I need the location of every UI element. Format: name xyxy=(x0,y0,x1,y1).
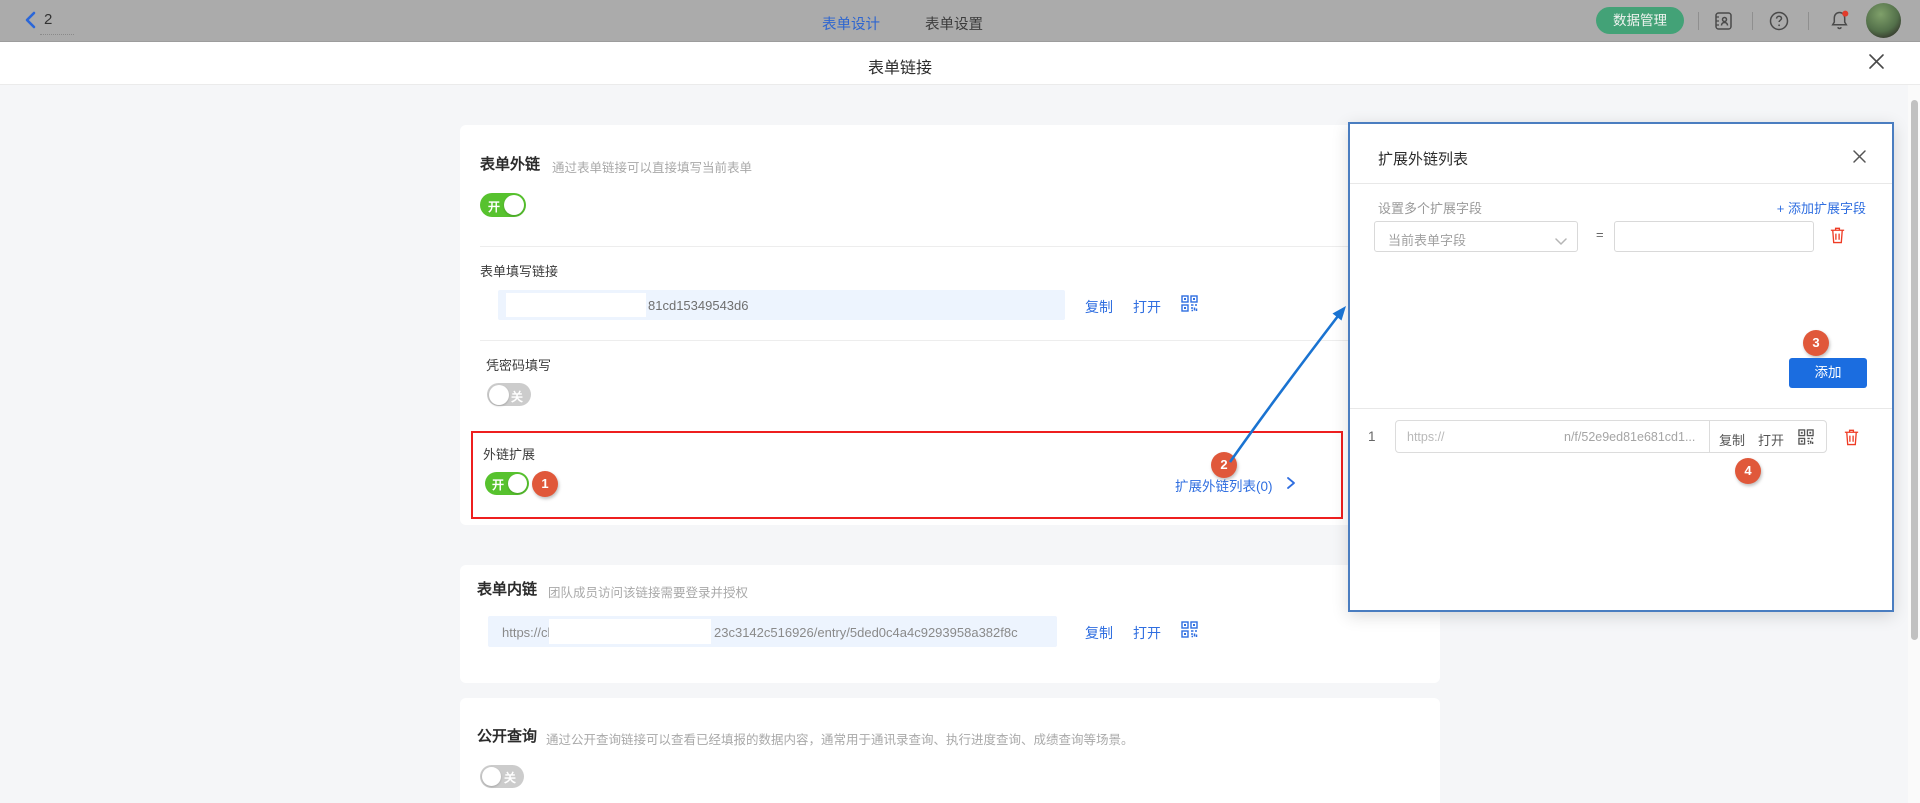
ext-link-label: 外链扩展 xyxy=(483,444,535,463)
divider xyxy=(480,246,1420,247)
password-fill-label: 凭密码填写 xyxy=(486,355,551,374)
external-link-toggle[interactable]: 开 xyxy=(480,193,526,217)
public-query-toggle[interactable]: 关 xyxy=(480,765,524,788)
open-button[interactable]: 打开 xyxy=(1133,297,1161,317)
ext-list-link[interactable]: 扩展外链列表(0) xyxy=(1175,475,1273,495)
trash-icon[interactable] xyxy=(1842,427,1861,452)
top-bar: 2 表单设计 表单设置 数据管理 xyxy=(0,0,1920,42)
card-external-link: 表单外链 通过表单链接可以直接填写当前表单 开 表单填写链接 81cd15349… xyxy=(460,125,1440,525)
row-action-group: 复制 打开 xyxy=(1709,420,1827,453)
setup-fields-label: 设置多个扩展字段 xyxy=(1378,198,1482,217)
open-button[interactable]: 打开 xyxy=(1133,623,1161,643)
annotation-badge-1: 1 xyxy=(532,471,558,497)
section-title-external: 表单外链 xyxy=(480,153,540,174)
form-name-underline xyxy=(40,34,74,35)
copy-button[interactable]: 复制 xyxy=(1085,623,1113,643)
row-link-prefix: https:// xyxy=(1407,430,1445,444)
row-copy-button[interactable]: 复制 xyxy=(1719,430,1745,449)
equals-sign: = xyxy=(1596,227,1604,242)
redaction-overlay xyxy=(506,293,646,317)
toggle-off-label: 关 xyxy=(511,388,523,405)
fill-link-label: 表单填写链接 xyxy=(480,261,558,280)
chevron-right-icon[interactable] xyxy=(1285,476,1297,495)
row-link-suffix: n/f/52e9ed81e681cd1... xyxy=(1564,430,1695,444)
fill-link-input[interactable]: 81cd15349543d6 xyxy=(498,290,1065,320)
section-title-public: 公开查询 xyxy=(477,725,537,746)
field-value-input[interactable] xyxy=(1614,221,1814,252)
contacts-icon[interactable] xyxy=(1712,10,1734,37)
toggle-off-label: 关 xyxy=(504,769,516,786)
internal-link-prefix: https://ch xyxy=(502,625,555,640)
tab-form-settings[interactable]: 表单设置 xyxy=(925,13,983,34)
divider xyxy=(1350,408,1892,409)
annotation-badge-4: 4 xyxy=(1735,458,1761,484)
toggle-knob xyxy=(482,767,501,786)
section-desc-external: 通过表单链接可以直接填写当前表单 xyxy=(552,157,752,176)
row-open-button[interactable]: 打开 xyxy=(1758,430,1784,449)
section-desc-public: 通过公开查询链接可以查看已经填报的数据内容，通常用于通讯录查询、执行进度查询、成… xyxy=(546,729,1134,748)
section-desc-internal: 团队成员访问该链接需要登录并授权 xyxy=(548,582,748,601)
bar-divider xyxy=(1752,12,1753,30)
avatar[interactable] xyxy=(1866,3,1901,38)
redaction-overlay xyxy=(549,619,711,644)
card-internal-link: 表单内链 团队成员访问该链接需要登录并授权 https://ch 23c3142… xyxy=(460,565,1440,683)
toggle-on-label: 开 xyxy=(488,198,500,215)
scrollbar-thumb[interactable] xyxy=(1911,100,1918,640)
qr-code-icon[interactable] xyxy=(1798,429,1814,450)
qr-code-icon[interactable] xyxy=(1181,295,1198,317)
row-link-input[interactable]: https:// n/f/52e9ed81e681cd1... xyxy=(1395,420,1710,453)
ext-list-panel: 扩展外链列表 设置多个扩展字段 + 添加扩展字段 当前表单字段 = 3 添加 1… xyxy=(1348,122,1894,612)
field-select-value: 当前表单字段 xyxy=(1388,230,1466,249)
toggle-knob xyxy=(489,385,509,405)
panel-close-icon[interactable] xyxy=(1852,149,1867,169)
help-icon[interactable] xyxy=(1768,10,1790,37)
annotation-badge-2: 2 xyxy=(1211,452,1237,478)
page-title: 表单链接 xyxy=(868,54,932,78)
bar-divider xyxy=(1698,12,1699,30)
back-icon[interactable] xyxy=(22,11,40,34)
chevron-down-icon xyxy=(1555,233,1567,251)
add-button[interactable]: 添加 xyxy=(1789,358,1867,388)
annotation-badge-3: 3 xyxy=(1803,330,1829,356)
ext-link-toggle[interactable]: 开 xyxy=(485,472,529,495)
modal-header: 表单链接 xyxy=(0,42,1920,85)
redaction-overlay xyxy=(1454,424,1562,450)
app-screen: 2 表单设计 表单设置 数据管理 表单链接 表单外链 通过表单链接可以直接填写当… xyxy=(0,0,1920,803)
section-title-internal: 表单内链 xyxy=(477,578,537,599)
form-name[interactable]: 2 xyxy=(44,11,52,28)
qr-code-icon[interactable] xyxy=(1181,621,1198,643)
password-fill-toggle[interactable]: 关 xyxy=(487,383,531,406)
field-select[interactable]: 当前表单字段 xyxy=(1374,221,1578,252)
copy-button[interactable]: 复制 xyxy=(1085,297,1113,317)
internal-link-suffix: 23c3142c516926/entry/5ded0c4a4c9293958a3… xyxy=(714,625,1018,640)
toggle-on-label: 开 xyxy=(492,476,504,493)
internal-link-input[interactable]: https://ch 23c3142c516926/entry/5ded0c4a… xyxy=(488,616,1057,647)
card-public-query: 公开查询 通过公开查询链接可以查看已经填报的数据内容，通常用于通讯录查询、执行进… xyxy=(460,698,1440,803)
trash-icon[interactable] xyxy=(1828,225,1847,250)
toggle-knob xyxy=(504,195,524,215)
bell-icon[interactable] xyxy=(1828,9,1851,37)
toggle-knob xyxy=(508,474,527,493)
bar-divider xyxy=(1808,12,1809,30)
panel-title: 扩展外链列表 xyxy=(1378,148,1468,169)
tab-form-design[interactable]: 表单设计 xyxy=(822,13,880,34)
close-icon[interactable] xyxy=(1868,53,1885,75)
add-ext-field-link[interactable]: + 添加扩展字段 xyxy=(1748,198,1866,217)
row-index: 1 xyxy=(1368,429,1376,444)
divider xyxy=(1350,183,1892,184)
data-manage-button[interactable]: 数据管理 xyxy=(1596,7,1684,34)
divider xyxy=(480,340,1420,341)
fill-link-value: 81cd15349543d6 xyxy=(648,298,749,313)
